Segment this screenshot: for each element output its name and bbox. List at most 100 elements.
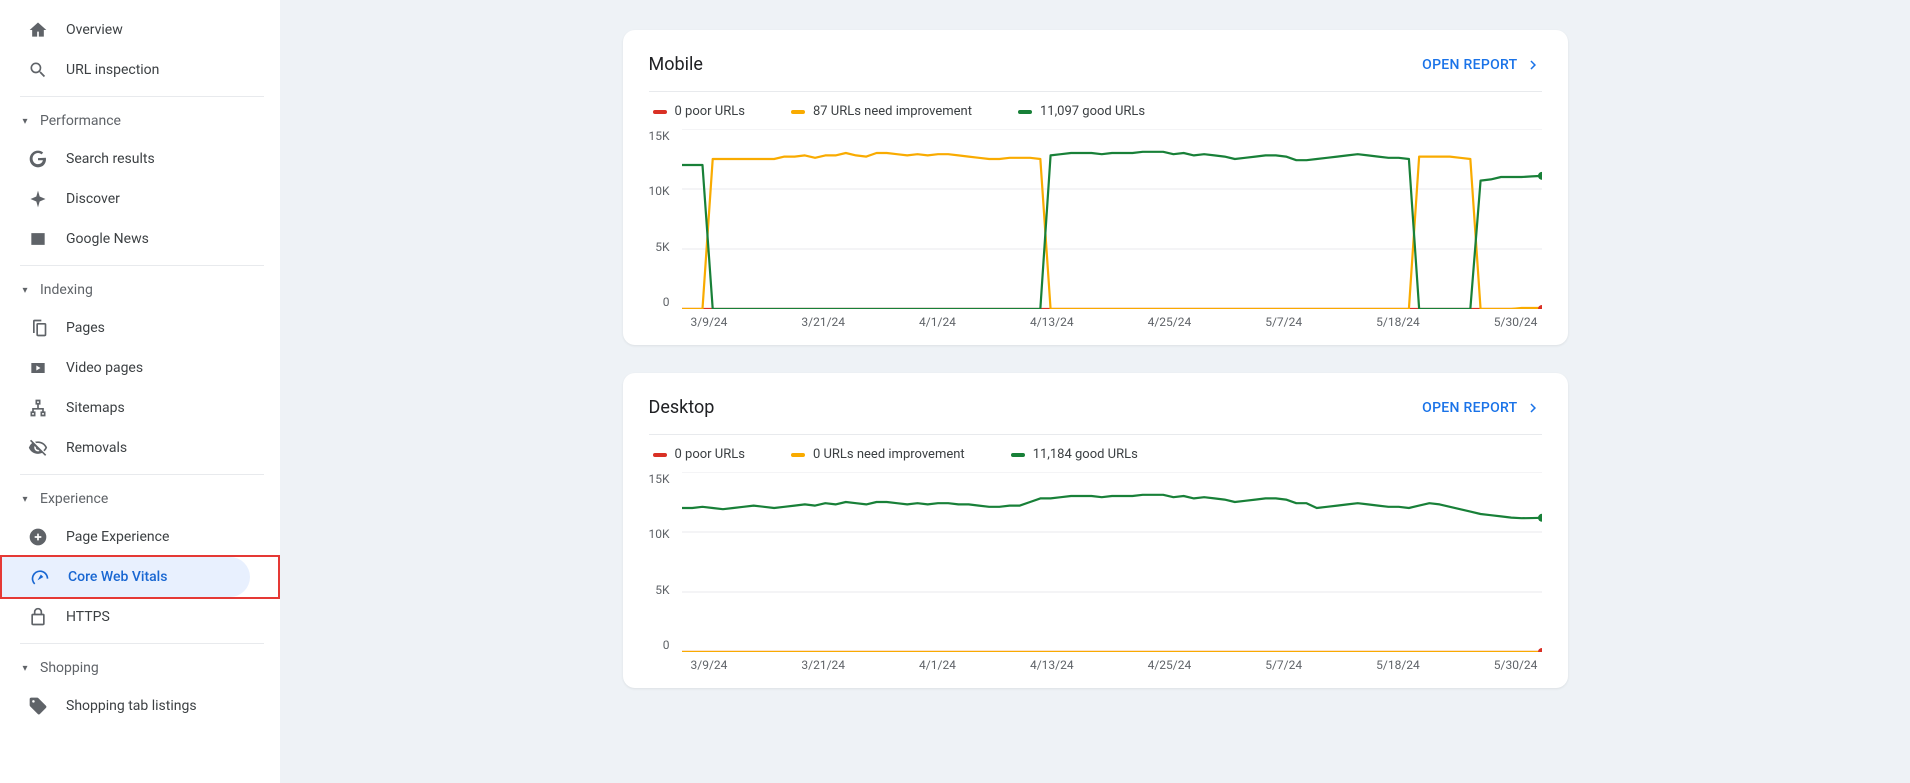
x-axis: 3/9/24 3/21/24 4/1/24 4/13/24 4/25/24 5/…	[649, 652, 1542, 672]
y-tick: 10K	[649, 527, 670, 541]
x-tick: 5/7/24	[1265, 315, 1302, 329]
divider	[20, 643, 264, 644]
swatch-orange	[791, 453, 805, 457]
card-title: Mobile	[649, 54, 703, 75]
caret-down-icon: ▾	[20, 285, 30, 296]
y-tick: 10K	[649, 184, 670, 198]
sidebar-item-video-pages[interactable]: Video pages	[0, 348, 252, 388]
legend-item-need: 0 URLs need improvement	[791, 447, 965, 462]
discover-icon	[28, 189, 48, 209]
chart-plot-desktop	[682, 472, 1542, 652]
sidebar-item-core-web-vitals[interactable]: Core Web Vitals	[2, 557, 250, 597]
sidebar-item-label: Core Web Vitals	[68, 569, 167, 585]
caret-down-icon: ▾	[20, 116, 30, 127]
swatch-red	[653, 453, 667, 457]
legend: 0 poor URLs 0 URLs need improvement 11,1…	[649, 447, 1542, 462]
open-report-button[interactable]: OPEN REPORT	[1422, 56, 1541, 74]
sidebar-item-label: Google News	[66, 231, 149, 247]
search-icon	[28, 60, 48, 80]
visibility-off-icon	[28, 438, 48, 458]
sidebar-item-label: Discover	[66, 191, 120, 207]
swatch-red	[653, 110, 667, 114]
sidebar-item-search-results[interactable]: Search results	[0, 139, 252, 179]
legend: 0 poor URLs 87 URLs need improvement 11,…	[649, 104, 1542, 119]
video-icon	[28, 358, 48, 378]
sidebar-item-https[interactable]: HTTPS	[0, 597, 252, 637]
y-tick: 0	[649, 638, 670, 652]
swatch-orange	[791, 110, 805, 114]
home-icon	[28, 20, 48, 40]
x-tick: 3/9/24	[691, 658, 728, 672]
y-tick: 0	[649, 295, 670, 309]
chevron-right-icon	[1524, 399, 1542, 417]
sidebar-item-google-news[interactable]: Google News	[0, 219, 252, 259]
sitemap-icon	[28, 398, 48, 418]
lock-icon	[28, 607, 48, 627]
y-tick: 15K	[649, 129, 670, 143]
sidebar-item-label: Pages	[66, 320, 105, 336]
legend-item-need: 87 URLs need improvement	[791, 104, 972, 119]
sidebar-item-label: HTTPS	[66, 609, 110, 625]
y-axis: 15K 10K 5K 0	[649, 129, 674, 309]
x-tick: 4/13/24	[1030, 315, 1074, 329]
legend-item-poor: 0 poor URLs	[653, 104, 745, 119]
open-report-label: OPEN REPORT	[1422, 57, 1517, 73]
speed-icon	[30, 567, 50, 587]
card-desktop: Desktop OPEN REPORT 0 poor URLs 0 URLs n…	[623, 373, 1568, 688]
sidebar-item-label: Shopping tab listings	[66, 698, 197, 714]
caret-down-icon: ▾	[20, 494, 30, 505]
sidebar-item-label: Video pages	[66, 360, 143, 376]
x-axis: 3/9/24 3/21/24 4/1/24 4/13/24 4/25/24 5/…	[649, 309, 1542, 329]
card-mobile: Mobile OPEN REPORT 0 poor URLs 87 URLs n…	[623, 30, 1568, 345]
y-tick: 5K	[649, 583, 670, 597]
sidebar-item-page-experience[interactable]: Page Experience	[0, 517, 252, 557]
open-report-label: OPEN REPORT	[1422, 400, 1517, 416]
news-icon	[28, 229, 48, 249]
sidebar-section-experience[interactable]: ▾ Experience	[0, 481, 280, 517]
section-label: Indexing	[40, 282, 93, 298]
legend-label: 11,184 good URLs	[1033, 447, 1138, 462]
sidebar-item-shopping-tab[interactable]: Shopping tab listings	[0, 686, 252, 726]
main-content: Mobile OPEN REPORT 0 poor URLs 87 URLs n…	[280, 0, 1910, 783]
card-title: Desktop	[649, 397, 715, 418]
legend-item-good: 11,097 good URLs	[1018, 104, 1145, 119]
sidebar-section-shopping[interactable]: ▾ Shopping	[0, 650, 280, 686]
divider	[20, 474, 264, 475]
legend-label: 87 URLs need improvement	[813, 104, 972, 119]
swatch-green	[1018, 110, 1032, 114]
y-axis: 15K 10K 5K 0	[649, 472, 674, 652]
x-tick: 5/30/24	[1494, 315, 1538, 329]
sidebar-item-label: URL inspection	[66, 62, 159, 78]
sidebar-item-sitemaps[interactable]: Sitemaps	[0, 388, 252, 428]
section-label: Performance	[40, 113, 121, 129]
pages-icon	[28, 318, 48, 338]
x-tick: 3/9/24	[691, 315, 728, 329]
google-g-icon	[28, 149, 48, 169]
divider	[20, 96, 264, 97]
sidebar-section-performance[interactable]: ▾ Performance	[0, 103, 280, 139]
sidebar-item-label: Sitemaps	[66, 400, 125, 416]
sidebar-item-url-inspection[interactable]: URL inspection	[0, 50, 252, 90]
legend-label: 0 URLs need improvement	[813, 447, 965, 462]
x-tick: 5/30/24	[1494, 658, 1538, 672]
sidebar-item-pages[interactable]: Pages	[0, 308, 252, 348]
legend-label: 0 poor URLs	[675, 104, 745, 119]
open-report-button[interactable]: OPEN REPORT	[1422, 399, 1541, 417]
sidebar-item-discover[interactable]: Discover	[0, 179, 252, 219]
x-tick: 4/1/24	[919, 315, 956, 329]
x-tick: 5/7/24	[1265, 658, 1302, 672]
x-tick: 4/1/24	[919, 658, 956, 672]
legend-item-poor: 0 poor URLs	[653, 447, 745, 462]
sidebar-section-indexing[interactable]: ▾ Indexing	[0, 272, 280, 308]
caret-down-icon: ▾	[20, 663, 30, 674]
sidebar-item-label: Removals	[66, 440, 127, 456]
sidebar-item-overview[interactable]: Overview	[0, 10, 252, 50]
sidebar-item-label: Overview	[66, 22, 123, 38]
x-tick: 4/25/24	[1148, 658, 1192, 672]
sidebar-item-removals[interactable]: Removals	[0, 428, 252, 468]
tag-icon	[28, 696, 48, 716]
x-tick: 4/13/24	[1030, 658, 1074, 672]
section-label: Experience	[40, 491, 108, 507]
sidebar: Overview URL inspection ▾ Performance Se…	[0, 0, 280, 783]
y-tick: 15K	[649, 472, 670, 486]
